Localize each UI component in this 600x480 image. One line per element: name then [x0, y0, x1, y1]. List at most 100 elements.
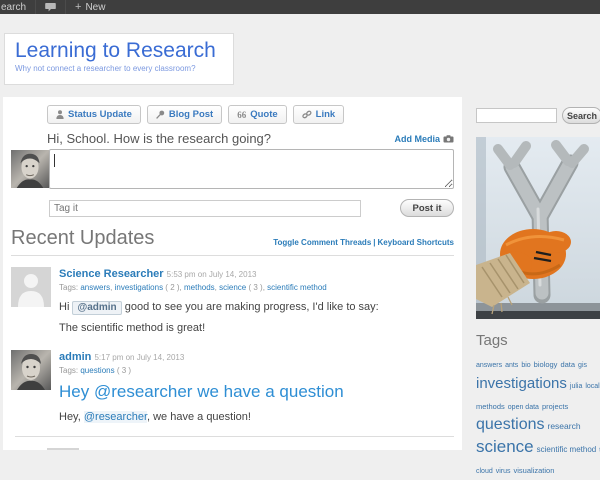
post-body-text: Hey,	[59, 411, 84, 424]
post-tags: Tags: questions ( 3 )	[59, 366, 454, 375]
post-timestamp[interactable]: 5:53 pm on July 14, 2013	[167, 270, 257, 279]
composer-input-zone: Post it	[11, 149, 454, 217]
tag-cloud-link[interactable]: virus	[496, 468, 511, 475]
camera-icon	[443, 134, 454, 142]
tags-heading: Tags	[476, 332, 508, 349]
post-tag-count: ( 2 )	[163, 283, 180, 293]
links-separator: |	[373, 238, 376, 247]
toggle-comment-threads-link[interactable]: Toggle Comment Threads	[273, 238, 371, 247]
tag-cloud-link[interactable]: gis	[578, 362, 587, 369]
admin-bar-new-button[interactable]: + New	[66, 0, 114, 14]
tag-cloud-link[interactable]: local area network	[585, 383, 600, 390]
post-author-link[interactable]: admin	[59, 351, 91, 363]
sidebar-search: Search	[476, 107, 600, 124]
post-body: Hey, @researcher, we have a question!	[59, 411, 454, 424]
tag-cloud-link[interactable]: julia	[570, 383, 582, 390]
mention-researcher-link[interactable]: @researcher	[83, 411, 147, 424]
tag-cloud-line: cloud virus visualization	[476, 459, 600, 480]
tag-cloud-link[interactable]: open data	[508, 404, 539, 411]
tag-cloud-link[interactable]: investigations	[476, 375, 567, 392]
mention-admin[interactable]: @admin	[72, 301, 122, 316]
keyboard-shortcuts-link[interactable]: Keyboard Shortcuts	[378, 238, 454, 247]
sidebar: Search Tags answers ants bio biology dat…	[470, 97, 600, 480]
tab-quote[interactable]: 66 Quote	[228, 105, 287, 124]
post-timestamp[interactable]: 5:17 pm on July 14, 2013	[94, 353, 184, 362]
admin-bar-comments-button[interactable]	[36, 0, 65, 14]
tag-cloud-link[interactable]: cloud	[476, 468, 493, 475]
plus-icon: +	[75, 1, 82, 13]
tag-cloud-link[interactable]: research	[548, 421, 581, 431]
post-author-link[interactable]: Science Researcher	[59, 268, 164, 280]
tag-cloud-link[interactable]: projects	[542, 402, 568, 411]
tab-label: Quote	[250, 109, 278, 120]
composer-prompt-row: Hi, School. How is the research going? A…	[47, 131, 454, 146]
tag-cloud: answers ants bio biology data gis investigatio…	[476, 353, 600, 480]
post-tags-prefix: Tags:	[59, 283, 81, 293]
post-tags: Tags: answers, investigations ( 2 ), met…	[59, 283, 327, 293]
post-science-researcher: Science Researcher 5:53 pm on July 14, 2…	[11, 267, 454, 334]
post-composer: Status Update Blog Post 66 Quote Link Hi…	[11, 105, 454, 217]
post-body-text: Hi	[59, 301, 73, 314]
search-input[interactable]	[476, 108, 557, 123]
tag-cloud-link[interactable]: answers	[476, 362, 502, 369]
tag-cloud-link[interactable]: methods	[476, 402, 505, 411]
post-tag-link[interactable]: methods	[184, 283, 215, 292]
search-button[interactable]: Search	[562, 107, 600, 124]
admin-bar-site-name[interactable]: earch	[0, 0, 35, 14]
tag-cloud-link[interactable]: bio	[521, 362, 530, 369]
admin-bar: earch + New	[0, 0, 600, 14]
tag-cloud-link[interactable]: data	[560, 360, 575, 369]
post-body-line2: The scientific method is great!	[59, 322, 206, 335]
tag-it-input[interactable]	[49, 199, 361, 217]
admin-avatar[interactable]	[11, 150, 49, 188]
post-body-text: good to see you are making progress, I'd…	[121, 301, 379, 314]
tab-label: Link	[315, 109, 336, 120]
admin-bar-new-label: New	[85, 1, 106, 13]
tab-label: Status Update	[68, 109, 132, 120]
feed-header: Recent Updates Toggle Comment Threads | Ke…	[11, 227, 454, 256]
site-header: Learning to Research Why not connect a r…	[4, 33, 234, 85]
tab-status-update[interactable]: Status Update	[47, 105, 141, 124]
post-tag-link[interactable]: answers	[80, 283, 110, 292]
post-tag-link[interactable]: scientific method	[267, 283, 327, 292]
comment-thread-divider	[15, 436, 454, 438]
text-caret	[54, 154, 55, 167]
post-body-text: , we have a question!	[147, 411, 251, 424]
post-tag-link[interactable]: investigations	[115, 283, 163, 292]
quote-icon: 66	[237, 109, 247, 120]
composer-prompt: Hi, School. How is the research going?	[47, 131, 272, 146]
composer-tag-row: Post it	[49, 199, 454, 217]
tag-cloud-link[interactable]: biology	[534, 360, 558, 369]
post-meta: admin 5:17 pm on July 14, 2013	[59, 351, 454, 364]
post-tag-link[interactable]: science	[219, 283, 246, 292]
admin-avatar[interactable]	[11, 350, 51, 391]
mystery-person-avatar[interactable]	[11, 267, 51, 307]
post-tag-count: ( 3 )	[114, 366, 132, 376]
post-tag-count: ( 3 )	[246, 283, 263, 293]
feed-header-links: Toggle Comment Threads | Keyboard Shortcut…	[273, 238, 454, 250]
sidebar-photo	[474, 137, 600, 319]
tag-cloud-line: sciencescientific methodtag	[476, 436, 600, 459]
tag-cloud-link[interactable]: visualization	[514, 466, 555, 475]
add-media-button[interactable]: Add Media	[394, 134, 454, 144]
tag-cloud-link[interactable]: science	[476, 437, 534, 456]
tag-cloud-line: answers ants bio biology data gis	[476, 353, 600, 374]
recent-updates-heading: Recent Updates	[11, 227, 155, 249]
site-tagline: Why not connect a researcher to every cl…	[15, 64, 196, 74]
tag-cloud-line: questions research	[476, 415, 600, 436]
tab-link[interactable]: Link	[292, 105, 345, 124]
pushpin-icon	[156, 110, 165, 119]
post-it-button[interactable]: Post it	[400, 199, 454, 217]
post-title-link[interactable]: Hey @researcher we have a question	[59, 382, 454, 402]
tag-cloud-link[interactable]: questions	[476, 416, 545, 433]
post-tag-link[interactable]: questions	[80, 366, 114, 375]
wrench-gloved-hand-photo	[474, 137, 600, 319]
site-title-link[interactable]: Learning to Research	[15, 39, 223, 62]
add-media-label: Add Media	[394, 133, 440, 144]
link-icon	[301, 110, 312, 119]
tab-label: Blog Post	[168, 109, 214, 120]
tag-cloud-link[interactable]: ants	[505, 362, 518, 369]
status-update-textarea[interactable]	[49, 149, 454, 189]
tab-blog-post[interactable]: Blog Post	[146, 105, 223, 124]
post-tags-prefix: Tags:	[59, 366, 81, 376]
